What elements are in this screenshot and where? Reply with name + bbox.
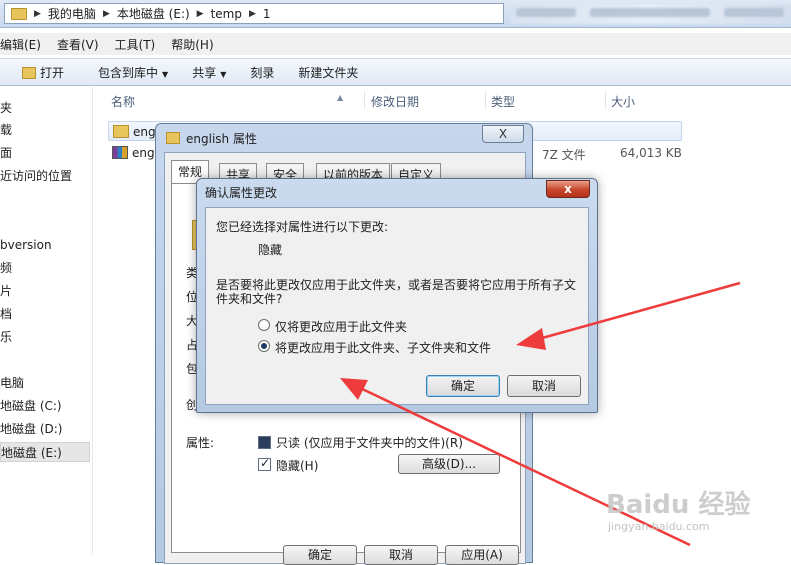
nav-item-videos[interactable]: 频 xyxy=(0,258,12,278)
folder-icon xyxy=(11,7,27,20)
nav-item-drive-c[interactable]: 地磁盘 (C:) xyxy=(0,396,62,416)
nav-item-drive-e[interactable]: 地磁盘 (E:) xyxy=(0,442,90,462)
nav-item-subversion[interactable]: bversion xyxy=(0,235,52,255)
chevron-right-icon[interactable]: ▶ xyxy=(246,9,259,19)
readonly-label: 只读 (仅应用于文件夹中的文件)(R) xyxy=(276,436,463,450)
breadcrumb-local-disk-e[interactable]: 本地磁盘 (E:) xyxy=(113,5,194,22)
cancel-button[interactable]: 取消 xyxy=(507,375,581,397)
address-box[interactable]: ▶ 我的电脑 ▶ 本地磁盘 (E:) ▶ temp ▶ 1 xyxy=(4,3,504,24)
nav-item-computer[interactable]: 电脑 xyxy=(0,373,24,393)
confirm-body: 您已经选择对属性进行以下更改: 隐藏 是否要将此更改仅应用于此文件夹，或者是否要… xyxy=(205,207,589,405)
sort-up-icon: ▲ xyxy=(337,93,344,102)
menu-bar: 编辑(E) 查看(V) 工具(T) 帮助(H) xyxy=(0,33,791,55)
open-icon xyxy=(22,66,36,79)
dropdown-arrow-icon: ▼ xyxy=(162,69,169,79)
file-type: 7Z 文件 xyxy=(542,148,586,162)
column-name[interactable]: 名称 xyxy=(111,93,135,110)
file-size: 64,013 KB xyxy=(620,146,682,160)
menu-edit[interactable]: 编辑(E) xyxy=(0,36,49,53)
column-divider[interactable] xyxy=(364,91,365,109)
confirm-attribute-dialog: 确认属性更改 x 您已经选择对属性进行以下更改: 隐藏 是否要将此更改仅应用于此… xyxy=(196,178,598,413)
nav-item-favorites[interactable]: 夹 xyxy=(0,98,12,118)
include-library-label: 包含到库中 xyxy=(98,65,159,80)
advanced-button[interactable]: 高级(D)... xyxy=(398,454,500,474)
confirm-title: 确认属性更改 xyxy=(205,186,278,200)
breadcrumb-temp[interactable]: temp xyxy=(207,7,246,21)
open-label: 打开 xyxy=(40,65,65,80)
breadcrumb-1[interactable]: 1 xyxy=(259,7,275,21)
menu-tools[interactable]: 工具(T) xyxy=(115,36,164,53)
file-list-header: ▲ 名称 修改日期 类型 大小 xyxy=(105,89,791,111)
chevron-right-icon[interactable]: ▶ xyxy=(100,9,113,19)
apply-button[interactable]: 应用(A) xyxy=(445,545,519,565)
nav-item-downloads[interactable]: 载 xyxy=(0,120,12,140)
open-button[interactable]: 打开 xyxy=(14,64,72,81)
chevron-right-icon[interactable]: ▶ xyxy=(31,9,44,19)
address-bar: ▶ 我的电脑 ▶ 本地磁盘 (E:) ▶ temp ▶ 1 xyxy=(0,0,791,28)
archive-icon xyxy=(112,146,128,159)
include-library-button[interactable]: 包含到库中 ▼ xyxy=(90,64,176,81)
change-text: 隐藏 xyxy=(258,243,283,257)
radio-apply-all-label[interactable]: 将更改应用于此文件夹、子文件夹和文件 xyxy=(275,339,491,356)
column-type[interactable]: 类型 xyxy=(491,93,515,110)
file-name: eng xyxy=(132,146,155,160)
command-toolbar: 打开 包含到库中 ▼ 共享 ▼ 刻录 新建文件夹 xyxy=(0,58,791,86)
nav-item-documents[interactable]: 档 xyxy=(0,304,12,324)
question-text: 是否要将此更改仅应用于此文件夹，或者是否要将它应用于所有子文件夹和文件? xyxy=(216,278,577,306)
watermark-url: jingyan.baidu.com xyxy=(608,520,710,533)
column-divider[interactable] xyxy=(485,91,486,109)
cancel-button[interactable]: 取消 xyxy=(364,545,438,565)
column-divider[interactable] xyxy=(605,91,606,109)
dropdown-arrow-icon: ▼ xyxy=(220,69,227,79)
nav-item-desktop[interactable]: 面 xyxy=(0,143,12,163)
properties-title: english 属性 xyxy=(186,132,257,146)
share-button[interactable]: 共享 ▼ xyxy=(184,64,234,81)
radio-folder-only-label[interactable]: 仅将更改应用于此文件夹 xyxy=(275,318,407,335)
nav-item-music[interactable]: 乐 xyxy=(0,327,12,347)
hidden-label: 隐藏(H) xyxy=(276,459,319,473)
close-button[interactable]: X xyxy=(482,125,524,143)
blurred-search-area xyxy=(510,4,791,24)
nav-item-drive-d[interactable]: 地磁盘 (D:) xyxy=(0,419,62,439)
radio-apply-all[interactable] xyxy=(258,340,270,352)
intro-text: 您已经选择对属性进行以下更改: xyxy=(216,220,389,234)
baidu-logo: Baidu 经验 xyxy=(606,490,751,520)
breadcrumb-my-computer[interactable]: 我的电脑 xyxy=(44,5,100,22)
column-modified[interactable]: 修改日期 xyxy=(371,93,419,110)
share-label: 共享 xyxy=(192,65,217,80)
nav-item-recent-places[interactable]: 近访问的位置 xyxy=(0,166,72,186)
folder-icon xyxy=(113,125,129,138)
ok-button[interactable]: 确定 xyxy=(283,545,357,565)
new-folder-button[interactable]: 新建文件夹 xyxy=(290,64,366,81)
column-size[interactable]: 大小 xyxy=(611,93,635,110)
ok-button[interactable]: 确定 xyxy=(426,375,500,397)
navigation-pane: 夹 载 面 近访问的位置 bversion 频 片 档 乐 电脑 地磁盘 (C:… xyxy=(0,87,93,555)
readonly-checkbox[interactable] xyxy=(258,436,271,449)
watermark: Baidu 经验 jingyan.baidu.com xyxy=(606,484,756,544)
burn-button[interactable]: 刻录 xyxy=(242,64,282,81)
close-button[interactable]: x xyxy=(546,180,590,198)
folder-icon xyxy=(166,132,180,144)
hidden-checkbox[interactable] xyxy=(258,456,271,471)
nav-item-pictures[interactable]: 片 xyxy=(0,281,12,301)
attributes-label: 属性: xyxy=(186,436,215,450)
menu-view[interactable]: 查看(V) xyxy=(57,36,107,53)
radio-folder-only[interactable] xyxy=(258,319,270,331)
chevron-right-icon[interactable]: ▶ xyxy=(194,9,207,19)
menu-help[interactable]: 帮助(H) xyxy=(171,36,221,53)
